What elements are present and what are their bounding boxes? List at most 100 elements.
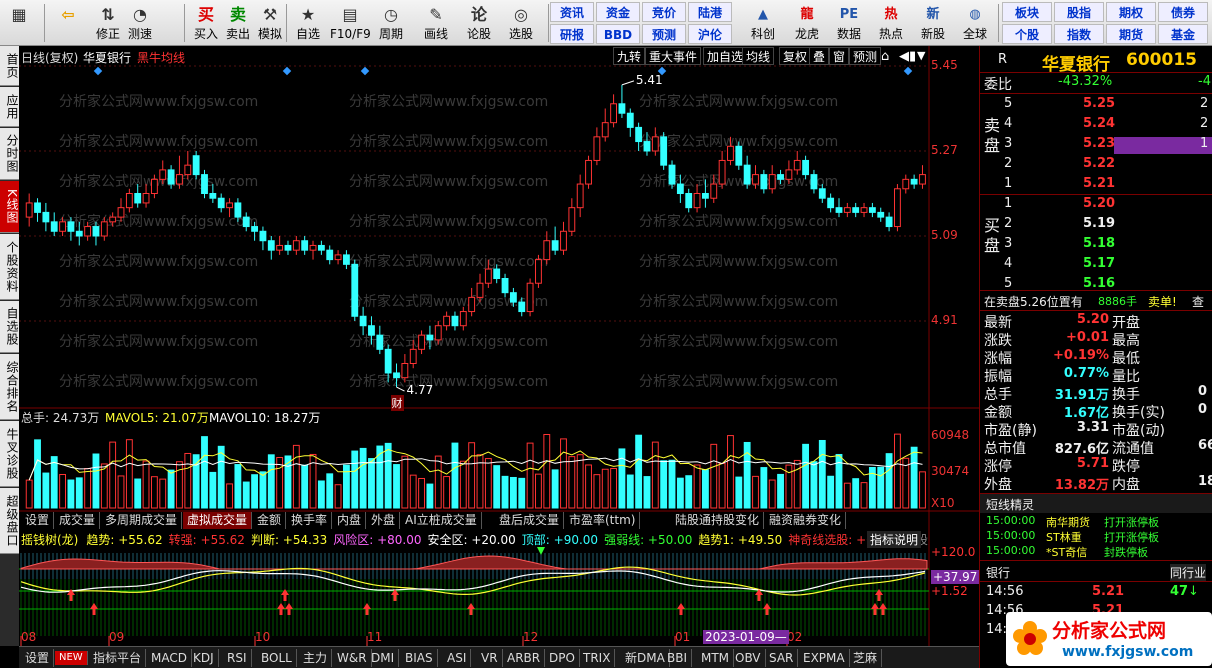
- toolbar-hot-button[interactable]: 热热点: [872, 2, 910, 44]
- toolbar-star-button[interactable]: ★ 自选: [292, 2, 324, 44]
- event-diamond-icon[interactable]: [903, 66, 913, 76]
- chart-menu-button[interactable]: 均线: [742, 47, 775, 65]
- toolbar-mid-button[interactable]: 预测: [642, 24, 686, 44]
- bottom-indicator-tab[interactable]: MACD: [147, 649, 192, 667]
- volume-indicator-tab[interactable]: 市盈率(ttm): [565, 512, 641, 529]
- bottom-indicator-tab[interactable]: VR: [477, 649, 503, 667]
- left-tab-5[interactable]: 自选股: [0, 301, 19, 353]
- volume-indicator-tab[interactable]: 陆股通持股变化: [671, 512, 765, 529]
- bottom-indicator-tab[interactable]: BOLL: [257, 649, 297, 667]
- bottom-indicator-tab[interactable]: SAR: [765, 649, 799, 667]
- sector-peers-button[interactable]: 同行业: [1170, 564, 1207, 581]
- buy-level-row[interactable]: 3 5.18: [980, 236, 1212, 255]
- dropdown-icon[interactable]: ▼: [917, 49, 925, 62]
- left-tab-6[interactable]: 综合排名: [0, 354, 19, 420]
- left-tab-3[interactable]: K线图: [0, 181, 19, 233]
- toolbar-mid-button[interactable]: 陆港: [688, 2, 732, 22]
- bottom-indicator-tab[interactable]: NEW: [55, 651, 88, 665]
- volume-indicator-tab[interactable]: 虚拟成交量: [183, 512, 253, 529]
- toolbar-document-button[interactable]: ▤ F10/F9: [330, 2, 371, 44]
- chart-canvas[interactable]: 分析家公式网www.fxjgsw.com 分析家公式网www.fxjgsw.com…: [19, 46, 979, 646]
- chart-menu-button[interactable]: 预测: [849, 47, 882, 65]
- toolbar-speedometer-button[interactable]: ◔ 测速: [124, 2, 156, 44]
- bottom-indicator-tab[interactable]: DPO: [545, 649, 580, 667]
- left-tab-4[interactable]: 个股资料: [0, 234, 19, 300]
- toolbar-mid-button[interactable]: 沪伦: [688, 24, 732, 44]
- toolbar-mid-button[interactable]: 研报: [550, 24, 594, 44]
- volume-indicator-tab[interactable]: 融资融券变化: [765, 512, 847, 529]
- bottom-indicator-tab[interactable]: W&R: [333, 649, 372, 667]
- toolbar-chart-button[interactable]: ▲ 科创: [744, 2, 782, 44]
- left-tab-0[interactable]: 首页: [0, 46, 19, 86]
- volume-indicator-tab[interactable]: 外盘: [367, 512, 401, 529]
- volume-indicator-tab[interactable]: 盘后成交量: [495, 512, 565, 529]
- sell-level-row[interactable]: 5 5.25 2: [980, 96, 1212, 115]
- chart-menu-button[interactable]: 重大事件: [645, 47, 702, 65]
- chart-menu-button[interactable]: 叠: [809, 47, 830, 65]
- volume-indicator-tab[interactable]: 换手率: [287, 512, 333, 529]
- chart-menu-button[interactable]: 九转: [613, 47, 646, 65]
- toolbar-up-down-button[interactable]: ⇅ 修正: [92, 2, 124, 44]
- news-item[interactable]: 15:00:00 南华期货 打开涨停板: [980, 514, 1212, 529]
- left-tab-7[interactable]: 牛叉诊股: [0, 421, 19, 487]
- news-item[interactable]: 15:00:00 *ST奇信 封跌停板: [980, 544, 1212, 559]
- buy-level-row[interactable]: 4 5.17: [980, 256, 1212, 275]
- bottom-indicator-tab[interactable]: BBI: [663, 649, 693, 667]
- toolbar-mid-button[interactable]: BBD: [596, 24, 640, 44]
- toolbar-mid-button[interactable]: 资金: [596, 2, 640, 22]
- toolbar-forum-button[interactable]: 论论股: [463, 2, 495, 44]
- sell-level-row[interactable]: 2 5.22: [980, 156, 1212, 175]
- toolbar-pencil-button[interactable]: ✎ 画线: [420, 2, 452, 44]
- bottom-indicator-tab[interactable]: OBV: [731, 649, 766, 667]
- chart-menu-button[interactable]: 复权: [779, 47, 812, 65]
- toolbar-market-button[interactable]: 个股: [1002, 24, 1052, 44]
- lock-icon[interactable]: ⌂: [881, 49, 889, 64]
- buy-level-row[interactable]: 1 5.20: [980, 196, 1212, 215]
- sell-level-row[interactable]: 1 5.21: [980, 176, 1212, 195]
- toolbar-market-button[interactable]: 债券: [1158, 2, 1208, 22]
- bottom-indicator-tab[interactable]: KDJ: [189, 649, 219, 667]
- buy-level-row[interactable]: 2 5.19: [980, 216, 1212, 235]
- toolbar-buy-button[interactable]: 买买入: [190, 2, 222, 44]
- volume-indicator-tab[interactable]: 设置: [21, 512, 55, 529]
- volume-indicator-tab[interactable]: AI立桩成交量: [401, 512, 482, 529]
- bottom-indicator-tab[interactable]: EXPMA: [799, 649, 850, 667]
- toolbar-grid-button[interactable]: ▦: [3, 2, 35, 44]
- bottom-indicator-tab[interactable]: MTM: [697, 649, 735, 667]
- news-item[interactable]: 15:00:00 ST林重 打开涨停板: [980, 529, 1212, 544]
- toolbar-hammer-button[interactable]: ⚒ 模拟: [254, 2, 286, 44]
- toolbar-clock-button[interactable]: ◷ 周期: [375, 2, 407, 44]
- toolbar-market-button[interactable]: 期货: [1106, 24, 1156, 44]
- bottom-indicator-tab[interactable]: ARBR: [503, 649, 546, 667]
- toolbar-sell-button[interactable]: 卖卖出: [222, 2, 254, 44]
- volume-indicator-tab[interactable]: 金额: [253, 512, 287, 529]
- left-tab-2[interactable]: 分时图: [0, 128, 19, 180]
- volume-indicator-tab[interactable]: 成交量: [55, 512, 101, 529]
- sub-indicator-name[interactable]: 摇钱树(龙): [21, 533, 78, 547]
- bottom-indicator-tab[interactable]: 主力: [299, 649, 333, 667]
- indicator-help-button[interactable]: 指标说明: [867, 531, 922, 548]
- chart-indicator-name[interactable]: 黑牛均线: [137, 49, 185, 66]
- toolbar-mid-button[interactable]: 竞价: [642, 2, 686, 22]
- sell-level-row[interactable]: 3 5.23 1: [980, 136, 1212, 155]
- toolbar-market-button[interactable]: 指数: [1054, 24, 1104, 44]
- event-diamond-icon[interactable]: [93, 66, 103, 76]
- toolbar-globe-button[interactable]: ◍ 全球: [956, 2, 994, 44]
- left-tab-1[interactable]: 应用: [0, 87, 19, 127]
- bottom-indicator-tab[interactable]: DMI: [367, 649, 400, 667]
- chart-menu-button[interactable]: 窗: [829, 47, 850, 65]
- bottom-indicator-tab[interactable]: 指标平台: [89, 649, 147, 667]
- volume-indicator-tab[interactable]: 内盘: [333, 512, 367, 529]
- toolbar-filter-button[interactable]: ◎ 选股: [505, 2, 537, 44]
- toolbar-dragon-button[interactable]: 龍龙虎: [788, 2, 826, 44]
- bottom-indicator-tab[interactable]: RSI: [223, 649, 252, 667]
- bottom-indicator-tab[interactable]: TRIX: [579, 649, 616, 667]
- kline-chart-area[interactable]: 分析家公式网www.fxjgsw.com 分析家公式网www.fxjgsw.com…: [19, 46, 980, 646]
- toolbar-market-button[interactable]: 期权: [1106, 2, 1156, 22]
- bottom-indicator-tab[interactable]: BIAS: [401, 649, 438, 667]
- panel-toggle-icon[interactable]: ◀▮: [899, 49, 916, 64]
- left-tab-8[interactable]: 超级盘口: [0, 488, 19, 554]
- big-order-ticker[interactable]: 在卖盘5.26位置有 8886手 卖单! 查: [980, 292, 1212, 311]
- event-diamond-icon[interactable]: [360, 66, 370, 76]
- toolbar-mid-button[interactable]: 资讯: [550, 2, 594, 22]
